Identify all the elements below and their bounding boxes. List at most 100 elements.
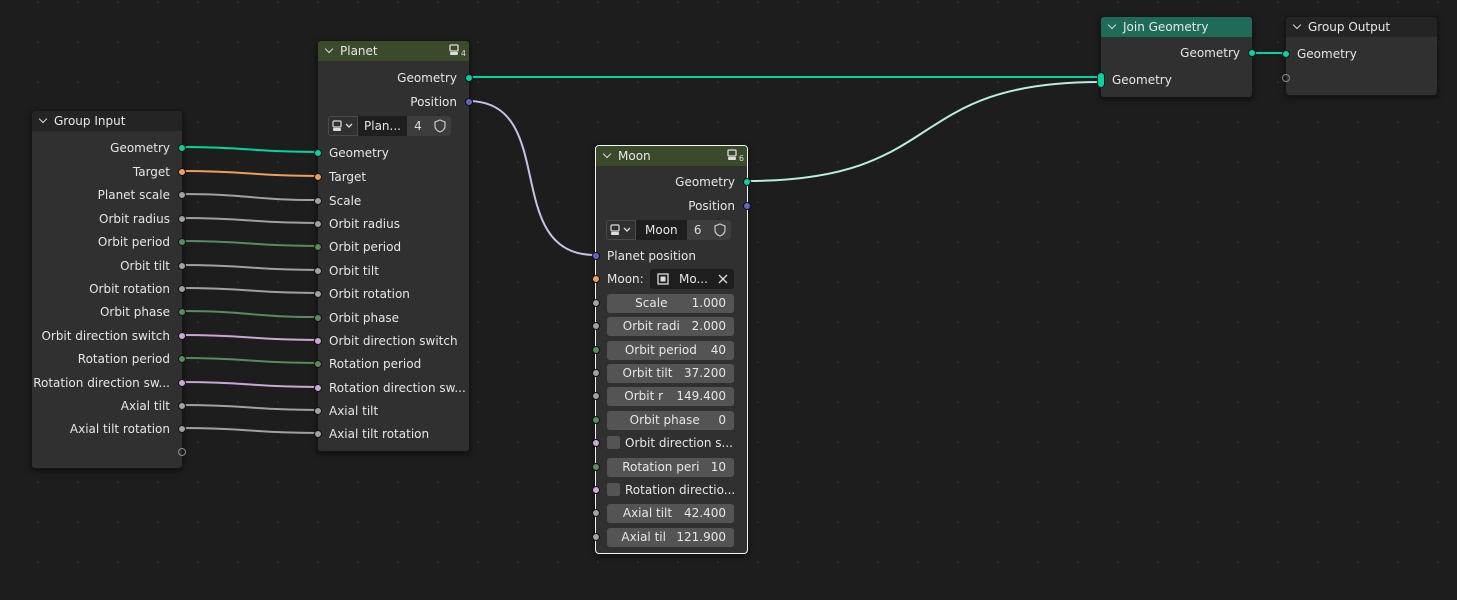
clear-x-icon[interactable] bbox=[718, 274, 728, 284]
output-socket[interactable] bbox=[178, 144, 186, 152]
node-group-selector[interactable]: Plan... 4 bbox=[328, 116, 451, 136]
field-value: 149.400 bbox=[676, 389, 726, 403]
input-socket[interactable] bbox=[592, 486, 600, 494]
output-socket-geometry[interactable] bbox=[743, 178, 751, 186]
group-input-node[interactable]: Group Input Geometry Target Planet scale Or… bbox=[31, 110, 186, 469]
input-socket[interactable] bbox=[592, 392, 600, 400]
input-socket[interactable] bbox=[314, 149, 322, 157]
fake-user-shield-icon[interactable] bbox=[708, 220, 731, 240]
input-label-geometry: Geometry bbox=[1112, 73, 1172, 87]
value-field[interactable]: Axial tilt 42.400 bbox=[607, 503, 734, 523]
planet-header[interactable]: Planet 4 bbox=[318, 41, 469, 61]
value-field[interactable]: Orbit period 40 bbox=[607, 340, 734, 360]
join-geometry-header[interactable]: Join Geometry bbox=[1101, 17, 1252, 37]
moon-object-field[interactable]: Mo... bbox=[650, 269, 734, 289]
field-label: Rotation peri bbox=[622, 460, 700, 474]
input-socket[interactable] bbox=[592, 369, 600, 377]
input-socket[interactable] bbox=[314, 173, 322, 181]
output-socket[interactable] bbox=[178, 238, 186, 246]
output-socket-position[interactable] bbox=[465, 98, 473, 106]
input-socket[interactable] bbox=[314, 407, 322, 415]
input-socket[interactable] bbox=[314, 314, 322, 322]
input-socket[interactable] bbox=[314, 337, 322, 345]
object-icon bbox=[657, 273, 669, 285]
output-socket[interactable] bbox=[178, 285, 186, 293]
collapse-chevron-icon[interactable] bbox=[1292, 22, 1302, 32]
input-label: Geometry bbox=[329, 146, 389, 160]
output-socket[interactable] bbox=[178, 425, 186, 433]
value-field[interactable]: Orbit r 149.400 bbox=[607, 386, 734, 406]
input-socket[interactable] bbox=[592, 299, 600, 307]
output-socket[interactable] bbox=[178, 332, 186, 340]
input-socket[interactable] bbox=[314, 197, 322, 205]
input-socket-geometry[interactable] bbox=[1282, 50, 1290, 58]
node-group-users[interactable]: 6 bbox=[686, 220, 709, 240]
output-socket[interactable] bbox=[178, 215, 186, 223]
link-orbit-phase bbox=[180, 310, 318, 318]
input-socket[interactable] bbox=[592, 416, 600, 424]
value-field[interactable]: Orbit tilt 37.200 bbox=[607, 363, 734, 383]
collapse-chevron-icon[interactable] bbox=[602, 151, 612, 161]
node-tree-dropdown-icon[interactable] bbox=[328, 116, 358, 136]
value-field[interactable]: Scale 1.000 bbox=[607, 293, 734, 313]
node-title: Join Geometry bbox=[1123, 20, 1209, 34]
node-group-selector[interactable]: Moon 6 bbox=[606, 220, 731, 240]
collapse-chevron-icon[interactable] bbox=[1107, 22, 1117, 32]
output-socket[interactable] bbox=[178, 402, 186, 410]
input-socket[interactable] bbox=[592, 322, 600, 330]
output-socket[interactable] bbox=[178, 168, 186, 176]
input-socket[interactable] bbox=[314, 220, 322, 228]
node-tree-dropdown-icon[interactable] bbox=[606, 220, 636, 240]
output-socket-position[interactable] bbox=[743, 202, 751, 210]
input-socket-geometry-multi[interactable] bbox=[1097, 72, 1105, 88]
input-socket[interactable] bbox=[592, 439, 600, 447]
input-label-geometry: Geometry bbox=[1297, 47, 1357, 61]
link-scale bbox=[180, 193, 318, 201]
input-socket[interactable] bbox=[314, 290, 322, 298]
input-socket-moon-object[interactable] bbox=[592, 275, 600, 283]
value-field[interactable]: Orbit radi 2.000 bbox=[607, 316, 734, 336]
collapse-chevron-icon[interactable] bbox=[324, 46, 334, 56]
input-socket[interactable] bbox=[314, 384, 322, 392]
value-field[interactable]: Orbit phase 0 bbox=[607, 410, 734, 430]
fake-user-shield-icon[interactable] bbox=[428, 116, 451, 136]
node-group-name[interactable]: Plan... bbox=[358, 116, 407, 136]
group-input-header[interactable]: Group Input bbox=[32, 111, 182, 131]
output-socket[interactable] bbox=[178, 308, 186, 316]
group-output-node[interactable]: Group Output Geometry bbox=[1282, 16, 1438, 96]
output-socket[interactable] bbox=[178, 355, 186, 363]
join-geometry-node[interactable]: Join Geometry Geometry Geometry bbox=[1097, 16, 1256, 98]
input-socket[interactable] bbox=[314, 360, 322, 368]
input-socket[interactable] bbox=[592, 463, 600, 471]
value-field[interactable]: Rotation peri 10 bbox=[607, 457, 734, 477]
input-socket[interactable] bbox=[592, 509, 600, 517]
input-label: Rotation direction sw... bbox=[329, 381, 466, 395]
node-group-name[interactable]: Moon bbox=[636, 220, 687, 240]
link-rotation-period bbox=[180, 357, 318, 364]
planet-node[interactable]: Planet 4 Geometry Position Plan... 4 Geo… bbox=[314, 40, 473, 452]
moon-header[interactable]: Moon 6 bbox=[596, 146, 747, 166]
input-socket[interactable] bbox=[592, 533, 600, 541]
checkbox-label: Orbit direction s... bbox=[625, 436, 733, 450]
input-socket[interactable] bbox=[592, 346, 600, 354]
empty-output-socket[interactable] bbox=[178, 448, 186, 456]
empty-input-socket[interactable] bbox=[1282, 74, 1290, 82]
output-socket[interactable] bbox=[178, 379, 186, 387]
input-socket[interactable] bbox=[314, 267, 322, 275]
output-socket-geometry[interactable] bbox=[465, 74, 473, 82]
output-socket[interactable] bbox=[178, 262, 186, 270]
group-output-header[interactable]: Group Output bbox=[1286, 17, 1437, 37]
checkbox[interactable] bbox=[607, 483, 620, 496]
input-socket[interactable] bbox=[314, 430, 322, 438]
input-label: Axial tilt bbox=[329, 404, 379, 418]
output-socket-geometry[interactable] bbox=[1248, 49, 1256, 57]
value-field[interactable]: Axial til 121.900 bbox=[607, 527, 734, 547]
input-socket-planet-position[interactable] bbox=[592, 252, 600, 260]
output-socket[interactable] bbox=[178, 191, 186, 199]
collapse-chevron-icon[interactable] bbox=[38, 116, 48, 126]
input-socket[interactable] bbox=[314, 243, 322, 251]
node-group-users[interactable]: 4 bbox=[406, 116, 429, 136]
moon-node[interactable]: Moon 6 Geometry Position Moon 6 Planet p… bbox=[592, 145, 751, 554]
link-geometry bbox=[180, 146, 318, 153]
checkbox[interactable] bbox=[607, 436, 620, 449]
